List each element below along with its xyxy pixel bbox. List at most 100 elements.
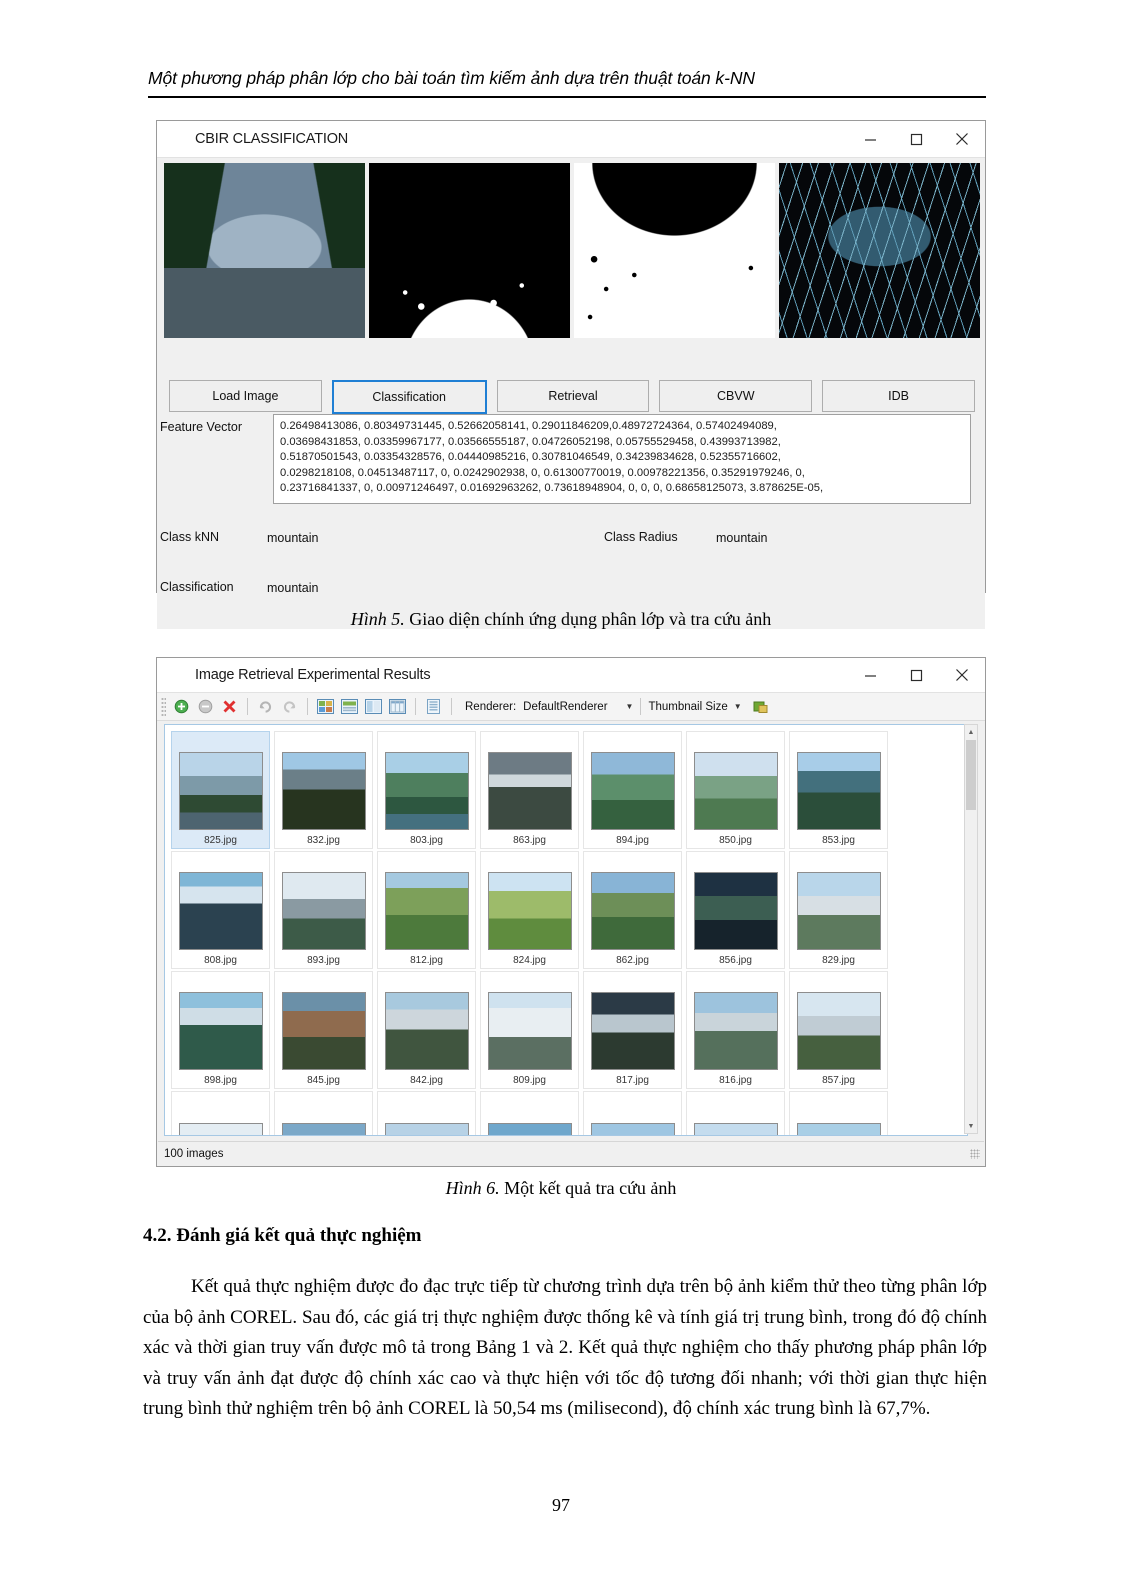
close-button[interactable]	[939, 122, 985, 156]
binary-mask-image-1	[369, 163, 570, 338]
thumbnail-label: 816.jpg	[719, 1075, 752, 1086]
delete-icon[interactable]	[219, 696, 240, 717]
thumbnail-label: 825.jpg	[204, 835, 237, 846]
maximize-button[interactable]	[893, 658, 939, 692]
list-item[interactable]	[480, 1091, 579, 1135]
thumbnail-image	[590, 992, 675, 1070]
view-list-icon[interactable]	[423, 696, 444, 717]
list-item[interactable]: 825.jpg	[171, 731, 270, 849]
view-details-icon[interactable]	[339, 696, 360, 717]
list-item[interactable]: 817.jpg	[583, 971, 682, 1089]
retrieval-button[interactable]: Retrieval	[496, 380, 650, 412]
thumbnail-image	[384, 752, 469, 830]
list-item[interactable]: 857.jpg	[789, 971, 888, 1089]
list-item[interactable]: 832.jpg	[274, 731, 373, 849]
action-button-row: Load Image Classification Retrieval CBVW…	[169, 380, 975, 414]
chevron-down-icon: ▼	[625, 702, 634, 711]
list-item[interactable]: 863.jpg	[480, 731, 579, 849]
renderer-value: DefaultRenderer	[523, 700, 608, 713]
idb-button[interactable]: IDB	[822, 380, 975, 412]
list-item[interactable]: 829.jpg	[789, 851, 888, 969]
minimize-button[interactable]	[847, 658, 893, 692]
cbvw-button[interactable]: CBVW	[659, 380, 813, 412]
list-item[interactable]: 842.jpg	[377, 971, 476, 1089]
document-page: Một phương pháp phân lớp cho bài toán tì…	[0, 0, 1122, 1594]
toolbar-grip[interactable]	[161, 697, 166, 716]
thumbnail-gallery[interactable]: 825.jpg 832.jpg 803.jpg 863.jpg 894.jpg …	[164, 724, 968, 1136]
list-item[interactable]: 812.jpg	[377, 851, 476, 969]
scroll-down-icon[interactable]: ▼	[965, 1119, 977, 1133]
list-item[interactable]: 809.jpg	[480, 971, 579, 1089]
list-item[interactable]: 845.jpg	[274, 971, 373, 1089]
list-item[interactable]: 808.jpg	[171, 851, 270, 969]
thumbnail-image	[384, 1123, 469, 1135]
running-head-rule	[148, 96, 986, 98]
list-item[interactable]	[377, 1091, 476, 1135]
thumbnail-image	[281, 992, 366, 1070]
gallery-scrollbar[interactable]: ▲ ▼	[964, 724, 978, 1134]
thumbnail-image	[693, 872, 778, 950]
resize-grip[interactable]	[970, 1148, 980, 1159]
page-number: 97	[552, 1495, 570, 1515]
view-grid-icon[interactable]	[387, 696, 408, 717]
thumbnail-label: 824.jpg	[513, 955, 546, 966]
minimize-button[interactable]	[847, 122, 893, 156]
window1-controls	[847, 122, 985, 156]
thumbnail-label: 862.jpg	[616, 955, 649, 966]
window2-titlebar: Image Retrieval Experimental Results	[157, 658, 985, 693]
list-item[interactable]: 853.jpg	[789, 731, 888, 849]
class-radius-value: mountain	[716, 531, 768, 545]
body-paragraph: Kết quả thực nghiệm được đo đạc trực tiế…	[143, 1272, 987, 1425]
toolbar-separator	[247, 698, 248, 715]
scroll-up-icon[interactable]: ▲	[965, 725, 977, 739]
add-icon[interactable]	[171, 696, 192, 717]
toolbar-separator	[640, 698, 642, 715]
close-button[interactable]	[939, 658, 985, 692]
undo-icon[interactable]	[279, 696, 300, 717]
edge-detection-image	[779, 163, 980, 338]
thumbnail-image	[178, 752, 263, 830]
list-item[interactable]: 824.jpg	[480, 851, 579, 969]
list-item[interactable]: 856.jpg	[686, 851, 785, 969]
list-item[interactable]: 850.jpg	[686, 731, 785, 849]
thumbnail-image	[693, 992, 778, 1070]
thumbnail-image	[796, 872, 881, 950]
list-item[interactable]	[686, 1091, 785, 1135]
maximize-button[interactable]	[893, 122, 939, 156]
feature-vector-textarea[interactable]: 0.26498413086, 0.80349731445, 0.52662058…	[273, 414, 971, 504]
list-item[interactable]: 898.jpg	[171, 971, 270, 1089]
view-thumbnails-icon[interactable]	[315, 696, 336, 717]
thumbnail-image	[693, 752, 778, 830]
thumbnail-size-dropdown[interactable]: Thumbnail Size ▼	[648, 701, 741, 713]
list-item[interactable]: 862.jpg	[583, 851, 682, 969]
list-item[interactable]	[789, 1091, 888, 1135]
figure5-caption-text: Giao diện chính ứng dụng phân lớp và tra…	[404, 609, 772, 629]
thumbnail-image	[178, 872, 263, 950]
body-paragraph-text: Kết quả thực nghiệm được đo đạc trực tiế…	[143, 1276, 987, 1419]
renderer-dropdown[interactable]: DefaultRenderer ▼	[523, 701, 633, 713]
remove-icon[interactable]	[195, 696, 216, 717]
feature-vector-label: Feature Vector	[160, 420, 242, 434]
list-item[interactable]: 894.jpg	[583, 731, 682, 849]
thumbnail-label: 803.jpg	[410, 835, 443, 846]
list-item[interactable]	[171, 1091, 270, 1135]
renderer-label: Renderer:	[465, 700, 517, 713]
classification-button[interactable]: Classification	[331, 380, 487, 414]
list-item[interactable]	[583, 1091, 682, 1135]
export-icon[interactable]	[750, 696, 771, 717]
status-text: 100 images	[164, 1147, 224, 1160]
list-item[interactable]: 893.jpg	[274, 851, 373, 969]
window1-titlebar: CBIR CLASSIFICATION	[157, 121, 985, 158]
list-item[interactable]: 816.jpg	[686, 971, 785, 1089]
list-item[interactable]	[274, 1091, 373, 1135]
gear-icon	[169, 130, 187, 148]
view-split-icon[interactable]	[363, 696, 384, 717]
list-item[interactable]: 803.jpg	[377, 731, 476, 849]
load-image-button[interactable]: Load Image	[169, 380, 322, 412]
thumbnail-label: 812.jpg	[410, 955, 443, 966]
scrollbar-thumb[interactable]	[966, 740, 976, 810]
redo-icon[interactable]	[255, 696, 276, 717]
thumbnail-image	[281, 872, 366, 950]
binary-mask-image-2	[574, 163, 775, 338]
thumbnail-size-label: Thumbnail Size	[648, 700, 728, 713]
